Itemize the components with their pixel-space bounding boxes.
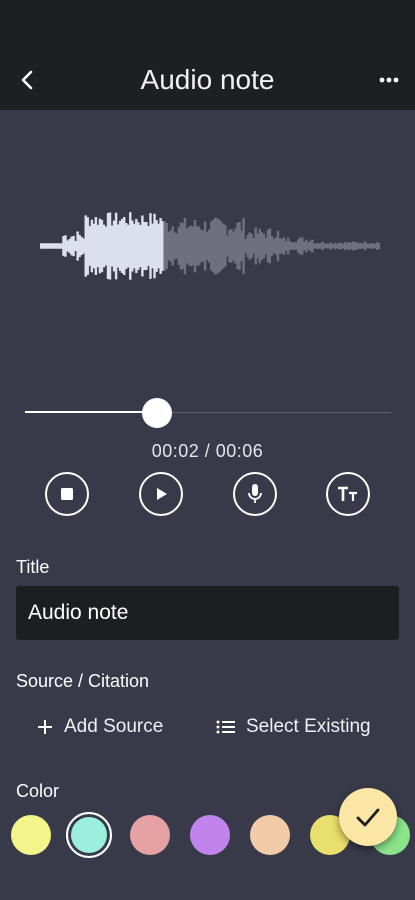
transcribe-button[interactable] <box>326 472 370 516</box>
color-swatch-purple[interactable] <box>190 815 230 855</box>
status-bar <box>0 0 415 52</box>
add-source-button[interactable]: Add Source <box>36 712 163 742</box>
seek-thumb[interactable] <box>142 398 172 428</box>
color-label: Color <box>16 781 60 801</box>
title-label: Title <box>16 557 50 577</box>
seek-bar[interactable] <box>25 396 391 430</box>
playback-time: 00:02 / 00:06 <box>151 441 264 461</box>
record-button[interactable] <box>233 472 277 516</box>
play-icon <box>157 488 167 500</box>
stop-button[interactable] <box>45 472 89 516</box>
save-button[interactable] <box>339 788 397 846</box>
color-swatch-aqua[interactable] <box>66 812 112 858</box>
more-options-button[interactable] <box>371 64 407 96</box>
waveform-bar <box>377 242 380 250</box>
page-title: Audio note <box>140 64 275 95</box>
color-swatch-pink[interactable] <box>130 815 170 855</box>
select-existing-label: Select Existing <box>246 716 371 737</box>
select-existing-button[interactable]: Select Existing <box>216 712 371 742</box>
color-swatch-yellow[interactable] <box>11 815 51 855</box>
plus-icon <box>36 718 54 736</box>
microphone-icon <box>248 484 262 503</box>
seek-progress <box>25 411 157 413</box>
color-swatch-peach[interactable] <box>250 815 290 855</box>
list-icon <box>216 719 236 735</box>
source-label: Source / Citation <box>16 671 150 691</box>
text-size-icon <box>338 486 357 501</box>
audio-waveform <box>40 212 380 280</box>
more-horizontal-icon <box>379 77 399 83</box>
add-source-label: Add Source <box>64 716 164 737</box>
checkmark-icon <box>356 808 380 827</box>
stop-icon <box>61 488 73 500</box>
play-button[interactable] <box>139 472 183 516</box>
title-field[interactable] <box>16 586 399 640</box>
app-bar: Audio note <box>0 52 415 110</box>
title-input[interactable] <box>28 601 387 625</box>
